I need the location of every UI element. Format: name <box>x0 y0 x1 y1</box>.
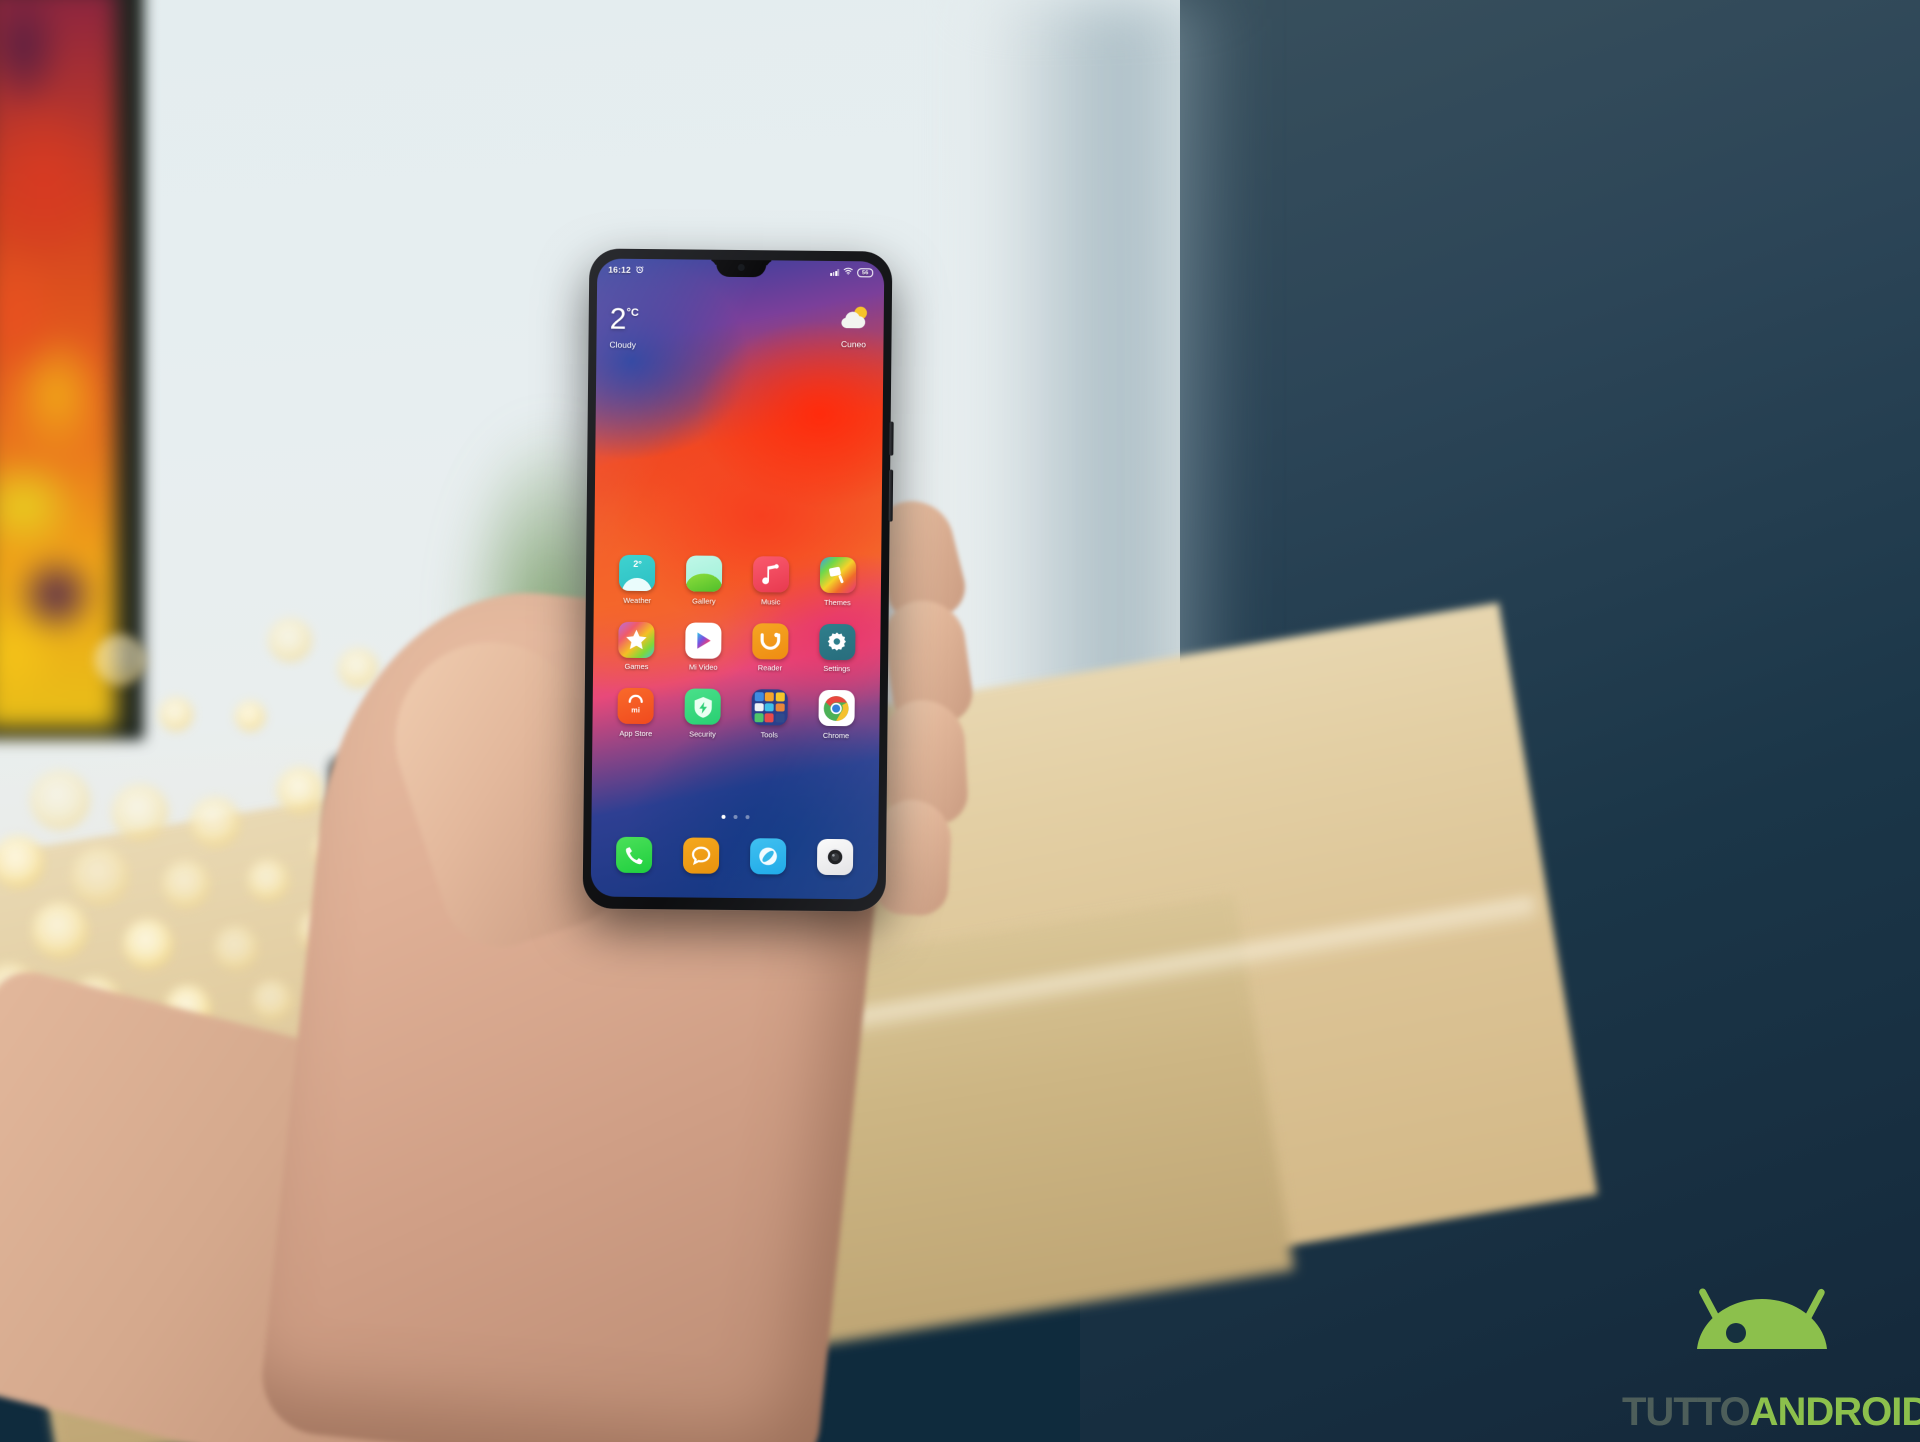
app-grid: 2° Weather Gallery Music Themes Games Mi… <box>602 554 871 740</box>
weather-icon: 2° <box>619 554 656 592</box>
status-bar: 16:12 56 <box>597 262 884 281</box>
bokeh-light <box>268 618 312 662</box>
app-music[interactable]: Music <box>737 556 804 606</box>
watermark-text-first: TUTTO <box>1622 1390 1751 1434</box>
app-chrome[interactable]: Chrome <box>803 689 870 740</box>
browser-icon[interactable] <box>749 838 787 875</box>
weather-unit: °C <box>626 306 639 319</box>
app-security[interactable]: Security <box>669 688 736 738</box>
app-label: App Store <box>619 728 653 738</box>
tools-mini-icons <box>754 692 785 723</box>
weather-widget[interactable]: 2 °C Cloudy Cuneo <box>609 302 871 368</box>
bokeh-light <box>32 902 88 958</box>
app-label: Music <box>760 596 781 606</box>
signal-bars-icon <box>830 268 840 276</box>
bokeh-light <box>214 926 258 970</box>
framed-painting <box>0 0 144 740</box>
bokeh-light <box>162 860 210 908</box>
bokeh-light <box>190 797 240 847</box>
android-head-icon <box>1622 1283 1902 1396</box>
phone-screen[interactable]: 16:12 56 2 °C Cloudy Cuneo 2° Weather Ga… <box>590 258 885 900</box>
bokeh-light <box>159 697 193 731</box>
app-label: Tools <box>760 729 778 739</box>
mi-video-icon <box>685 621 722 659</box>
app-label: Settings <box>823 663 851 674</box>
app-label: Gallery <box>692 596 716 606</box>
battery-indicator: 56 <box>857 267 874 277</box>
weather-temperature-block: 2 °C <box>609 302 639 336</box>
app-label: Weather <box>623 595 652 605</box>
app-label: Themes <box>823 597 851 607</box>
power-button[interactable] <box>889 421 894 456</box>
partly-cloudy-icon <box>837 305 871 336</box>
bokeh-light <box>112 784 168 840</box>
photo-scene: 16:12 56 2 °C Cloudy Cuneo 2° Weather Ga… <box>0 0 1920 1442</box>
volume-button[interactable] <box>888 469 894 522</box>
app-themes[interactable]: Themes <box>804 556 871 607</box>
app-games[interactable]: Games <box>603 621 670 671</box>
status-time: 16:12 <box>608 264 632 275</box>
weather-right: Cuneo <box>836 305 871 367</box>
app-label: Reader <box>757 663 783 673</box>
weather-left: 2 °C Cloudy <box>609 302 639 365</box>
app-store-icon: mi <box>617 687 655 725</box>
page-dot-2[interactable] <box>732 814 738 820</box>
bokeh-light <box>94 634 146 686</box>
watermark-text: TUTTOANDROID <box>1622 1390 1920 1434</box>
camera-icon[interactable] <box>816 838 853 876</box>
themes-icon <box>819 556 856 594</box>
weather-condition: Cloudy <box>609 339 636 350</box>
bokeh-light <box>235 701 265 731</box>
app-gallery[interactable]: Gallery <box>670 555 737 605</box>
page-dot-3[interactable] <box>744 815 750 820</box>
app-reader[interactable]: Reader <box>737 622 804 672</box>
games-icon <box>618 621 655 658</box>
gallery-hill <box>686 573 723 592</box>
app-label: Games <box>624 661 649 672</box>
security-icon <box>684 688 721 725</box>
app-app-store[interactable]: mi App Store <box>602 687 669 738</box>
settings-icon <box>818 623 856 660</box>
app-label: Mi Video <box>688 662 718 672</box>
bokeh-light <box>123 919 173 969</box>
phone-icon[interactable] <box>616 836 653 874</box>
dock <box>601 836 868 876</box>
tools-folder-icon <box>751 689 788 726</box>
page-dot-1[interactable] <box>720 814 726 819</box>
weather-icon-badge: 2° <box>633 558 642 569</box>
messages-icon[interactable] <box>683 837 720 874</box>
chrome-icon <box>818 689 855 727</box>
watermark-text-second: ANDROID <box>1749 1390 1920 1434</box>
tuttoandroid-watermark: TUTTOANDROID <box>1622 1283 1920 1434</box>
wifi-icon <box>843 267 853 277</box>
bokeh-light <box>247 859 289 901</box>
app-settings[interactable]: Settings <box>803 623 870 673</box>
app-label: Chrome <box>822 730 850 740</box>
gallery-icon <box>686 555 723 592</box>
alarm-clock-icon <box>635 264 644 275</box>
weather-icon-cloud <box>622 577 653 592</box>
smartphone: 16:12 56 2 °C Cloudy Cuneo 2° Weather Ga… <box>582 248 894 912</box>
app-label: Security <box>689 729 716 739</box>
app-weather[interactable]: 2° Weather <box>604 554 671 605</box>
bokeh-light <box>30 770 90 830</box>
svg-text:mi: mi <box>632 705 641 714</box>
bokeh-light <box>252 980 292 1020</box>
bokeh-light <box>338 648 378 688</box>
weather-temperature: 2 <box>609 302 626 336</box>
painting-artwork <box>0 0 116 728</box>
weather-city: Cuneo <box>840 339 867 350</box>
bokeh-light <box>277 767 323 813</box>
music-icon <box>752 556 790 593</box>
reader-icon <box>752 622 789 660</box>
page-indicator <box>592 813 879 820</box>
bokeh-light <box>71 847 129 905</box>
app-mi-video[interactable]: Mi Video <box>670 621 737 672</box>
app-tools[interactable]: Tools <box>736 689 803 739</box>
